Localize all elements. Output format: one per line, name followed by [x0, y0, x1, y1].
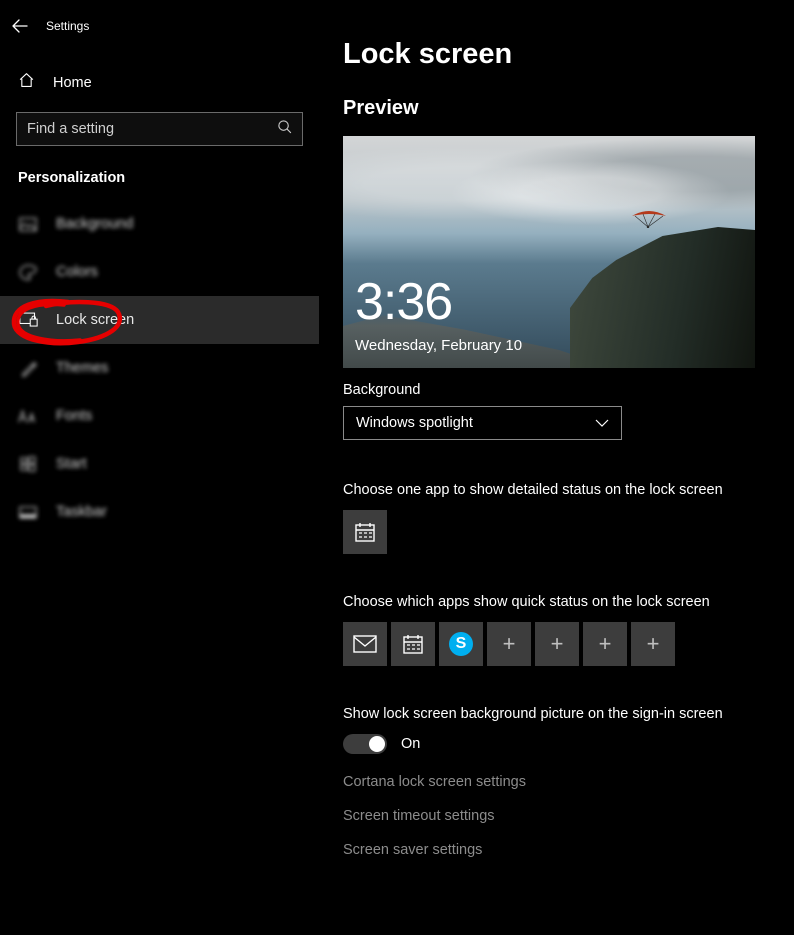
- nav-item-start[interactable]: Start: [0, 440, 319, 488]
- calendar-icon: [354, 521, 376, 543]
- themes-icon: [18, 360, 38, 377]
- quick-status-add-slot[interactable]: +: [487, 622, 531, 666]
- skype-icon: S: [449, 632, 473, 656]
- background-label: Background: [343, 382, 794, 398]
- home-icon: [18, 72, 35, 94]
- start-icon: [18, 456, 38, 472]
- nav-label: Background: [56, 216, 133, 232]
- nav-item-lock-screen[interactable]: Lock screen: [0, 296, 319, 344]
- settings-sidebar: Settings Home Personalization: [0, 0, 319, 935]
- nav-item-fonts[interactable]: Fonts: [0, 392, 319, 440]
- preview-cliff: [570, 218, 755, 368]
- preview-date: Wednesday, February 10: [355, 337, 522, 354]
- plus-icon: +: [551, 633, 564, 655]
- plus-icon: +: [647, 633, 660, 655]
- back-arrow-icon[interactable]: [12, 18, 28, 34]
- background-value: Windows spotlight: [356, 415, 473, 431]
- nav-item-background[interactable]: Background: [0, 200, 319, 248]
- preview-header: Preview: [343, 97, 794, 120]
- search-icon: [277, 119, 292, 139]
- plus-icon: +: [503, 633, 516, 655]
- signin-toggle[interactable]: [343, 734, 387, 754]
- detailed-status-app-calendar[interactable]: [343, 510, 387, 554]
- quick-status-app-calendar[interactable]: [391, 622, 435, 666]
- lock-screen-icon: [18, 312, 38, 328]
- calendar-icon: [402, 633, 424, 655]
- signin-picture-text: Show lock screen background picture on t…: [343, 706, 794, 722]
- preview-time: 3:36: [355, 272, 452, 332]
- quick-status-add-slot[interactable]: +: [631, 622, 675, 666]
- link-screen-saver[interactable]: Screen saver settings: [343, 842, 794, 858]
- picture-icon: [18, 217, 38, 232]
- nav-label: Colors: [56, 264, 98, 280]
- preview-sky: [343, 136, 755, 231]
- nav-item-taskbar[interactable]: Taskbar: [0, 488, 319, 536]
- category-header: Personalization: [0, 160, 319, 200]
- main-content: Lock screen Preview 3:36 Wednesday, Febr…: [319, 0, 794, 935]
- nav-label: Lock screen: [56, 312, 134, 328]
- nav-item-colors[interactable]: Colors: [0, 248, 319, 296]
- quick-status-text: Choose which apps show quick status on t…: [343, 594, 794, 610]
- quick-status-row: S + + + +: [343, 622, 794, 666]
- nav-list: Background Colors Lock s: [0, 200, 319, 536]
- paraglider-icon: [631, 210, 667, 224]
- background-select[interactable]: Windows spotlight: [343, 406, 622, 440]
- nav-label: Fonts: [56, 408, 92, 424]
- window-title: Settings: [46, 19, 89, 33]
- link-screen-timeout[interactable]: Screen timeout settings: [343, 808, 794, 824]
- search-input[interactable]: [27, 121, 247, 137]
- quick-status-app-skype[interactable]: S: [439, 622, 483, 666]
- nav-item-themes[interactable]: Themes: [0, 344, 319, 392]
- nav-label: Start: [56, 456, 87, 472]
- detailed-status-text: Choose one app to show detailed status o…: [343, 482, 794, 498]
- taskbar-icon: [18, 506, 38, 519]
- home-label: Home: [53, 75, 92, 91]
- fonts-icon: [18, 409, 38, 424]
- quick-status-add-slot[interactable]: +: [535, 622, 579, 666]
- page-title: Lock screen: [343, 38, 794, 71]
- signin-toggle-row: On: [343, 734, 794, 754]
- chevron-down-icon: [595, 415, 609, 431]
- nav-label: Taskbar: [56, 504, 107, 520]
- titlebar: Settings: [0, 10, 319, 42]
- toggle-state-label: On: [401, 736, 420, 752]
- palette-icon: [18, 264, 38, 281]
- detailed-status-row: [343, 510, 794, 554]
- toggle-knob: [369, 736, 385, 752]
- quick-status-add-slot[interactable]: +: [583, 622, 627, 666]
- home-button[interactable]: Home: [0, 62, 319, 104]
- lock-screen-preview[interactable]: 3:36 Wednesday, February 10: [343, 136, 755, 368]
- mail-icon: [353, 635, 377, 653]
- nav-label: Themes: [56, 360, 108, 376]
- quick-status-app-mail[interactable]: [343, 622, 387, 666]
- link-cortana-settings[interactable]: Cortana lock screen settings: [343, 774, 794, 790]
- plus-icon: +: [599, 633, 612, 655]
- search-box[interactable]: [16, 112, 303, 146]
